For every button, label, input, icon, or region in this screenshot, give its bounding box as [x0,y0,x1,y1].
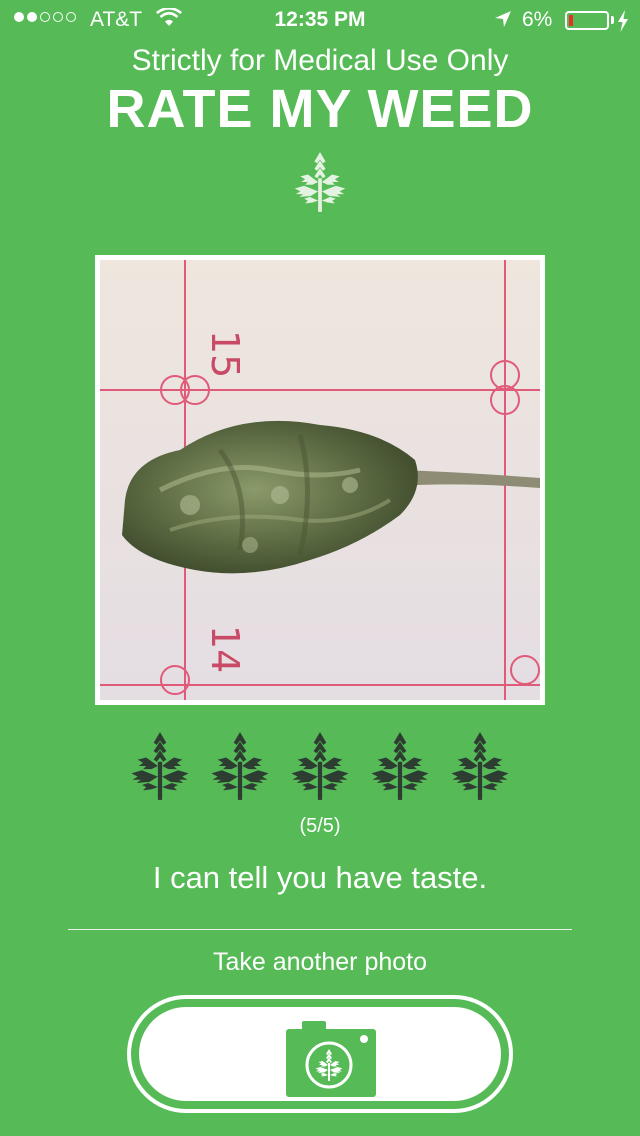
app-title: RATE MY WEED [106,79,534,139]
photo-frame: 15 14 [95,255,545,705]
battery-level [569,15,573,26]
cannabis-leaf-icon [291,732,349,800]
battery-icon [565,11,609,30]
location-arrow-icon [495,11,511,27]
battery-percentage: 6% [522,8,553,31]
cannabis-leaf-icon [131,732,189,800]
bud-photo: 15 14 [100,260,540,700]
rating-message: I can tell you have taste. [152,860,488,895]
divider [68,929,572,930]
subtitle: Strictly for Medical Use Only [131,44,509,77]
rating-leaves [0,730,640,802]
take-photo-button-fill[interactable] [139,1007,501,1101]
take-photo-label: Take another photo [212,948,428,976]
battery-terminal [611,16,614,24]
status-bar: AT&T 12:35 PM 6% [0,0,640,40]
rating-count: (5/5) [299,815,341,837]
charging-bolt-icon [618,10,628,32]
take-photo-button[interactable] [127,995,513,1113]
svg-text:15: 15 [203,330,247,378]
cannabis-leaf-icon [294,152,346,212]
cannabis-leaf-icon [211,732,269,800]
cannabis-leaf-icon [371,732,429,800]
cannabis-leaf-icon [451,732,509,800]
camera-icon[interactable] [284,1019,378,1099]
svg-text:14: 14 [203,625,247,673]
